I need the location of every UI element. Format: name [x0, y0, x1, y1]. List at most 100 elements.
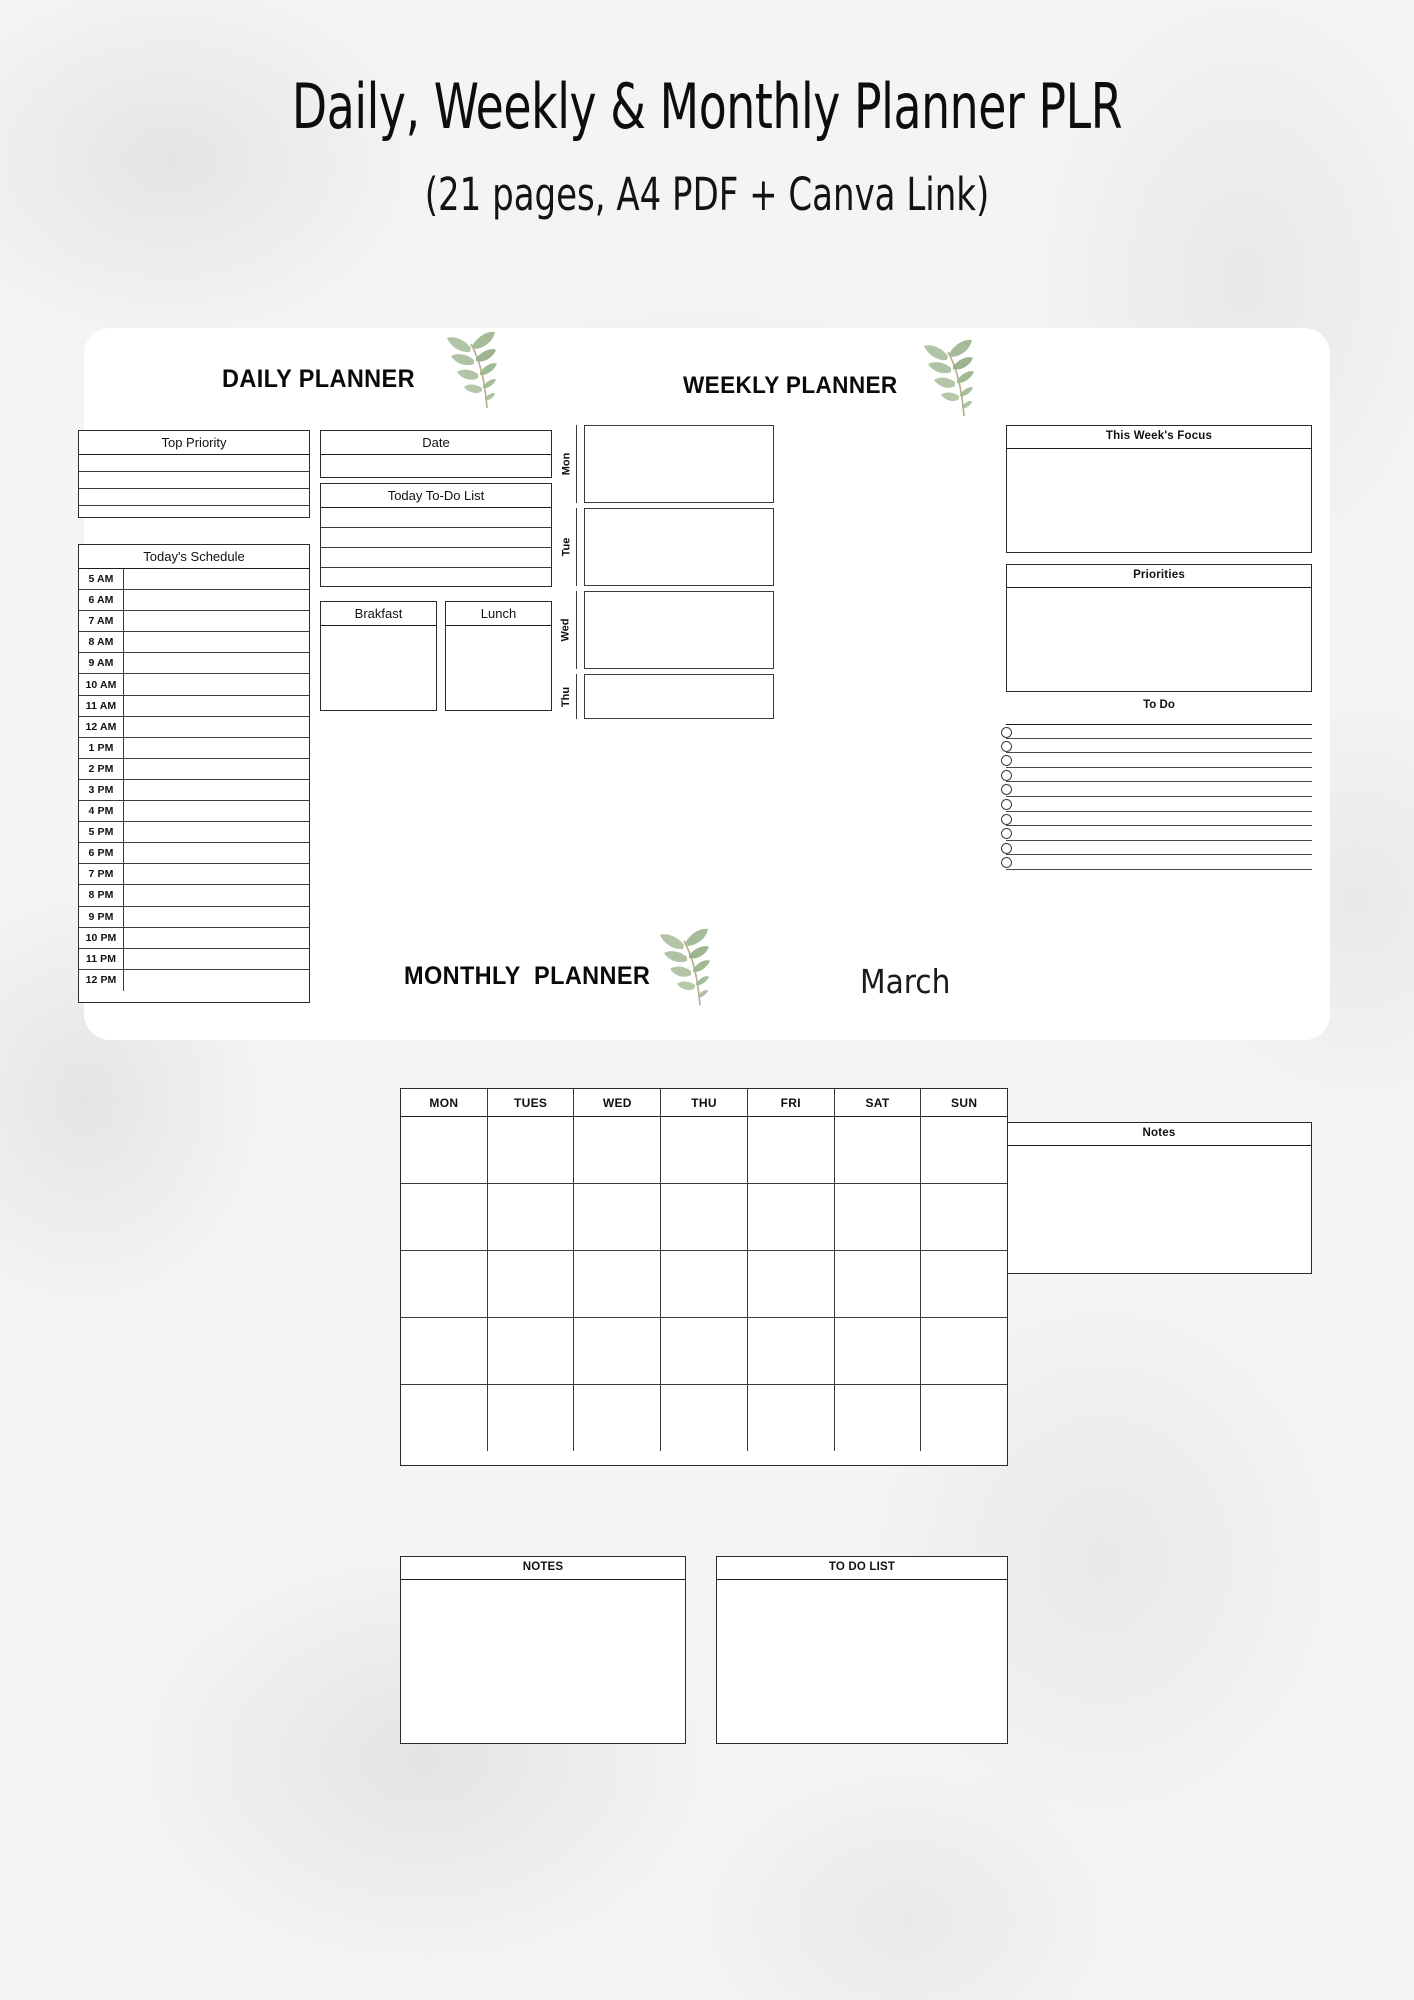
circle-checkbox-icon[interactable]	[1001, 842, 1012, 854]
weekly-todo-line[interactable]	[1001, 855, 1312, 870]
weekly-todo-line[interactable]	[1001, 753, 1312, 768]
weekly-day-entry-field[interactable]	[584, 425, 774, 503]
calendar-day-cell[interactable]	[748, 1184, 835, 1250]
schedule-row[interactable]: 2 PM	[79, 758, 309, 780]
schedule-entry-field[interactable]	[124, 632, 309, 652]
today-todo-row[interactable]	[321, 548, 551, 568]
schedule-row[interactable]: 10 PM	[79, 927, 309, 949]
calendar-day-cell[interactable]	[574, 1318, 662, 1384]
calendar-day-cell[interactable]	[401, 1117, 488, 1183]
top-priority-row[interactable]	[79, 455, 309, 472]
schedule-row[interactable]: 8 PM	[79, 885, 309, 907]
monthly-notes-area[interactable]	[401, 1580, 685, 1740]
weekly-notes-area[interactable]	[1007, 1146, 1311, 1270]
calendar-day-cell[interactable]	[401, 1184, 488, 1250]
calendar-day-cell[interactable]	[921, 1385, 1007, 1451]
schedule-entry-field[interactable]	[124, 864, 309, 884]
circle-checkbox-icon[interactable]	[1001, 740, 1012, 752]
calendar-day-cell[interactable]	[401, 1251, 488, 1317]
circle-checkbox-icon[interactable]	[1001, 798, 1012, 810]
schedule-row[interactable]: 8 AM	[79, 632, 309, 654]
calendar-day-cell[interactable]	[748, 1251, 835, 1317]
schedule-entry-field[interactable]	[124, 738, 309, 758]
calendar-day-cell[interactable]	[921, 1318, 1007, 1384]
schedule-entry-field[interactable]	[124, 759, 309, 779]
schedule-entry-field[interactable]	[124, 674, 309, 694]
schedule-row[interactable]: 4 PM	[79, 801, 309, 823]
schedule-row[interactable]: 9 AM	[79, 653, 309, 675]
weekly-todo-line[interactable]	[1001, 768, 1312, 783]
schedule-row[interactable]: 11 PM	[79, 948, 309, 970]
calendar-day-cell[interactable]	[921, 1251, 1007, 1317]
lunch-area[interactable]	[446, 626, 551, 711]
calendar-day-cell[interactable]	[921, 1184, 1007, 1250]
calendar-day-cell[interactable]	[661, 1385, 748, 1451]
circle-checkbox-icon[interactable]	[1001, 755, 1012, 767]
schedule-entry-field[interactable]	[124, 569, 309, 589]
circle-checkbox-icon[interactable]	[1001, 727, 1012, 738]
schedule-entry-field[interactable]	[124, 885, 309, 905]
schedule-entry-field[interactable]	[124, 696, 309, 716]
calendar-day-cell[interactable]	[401, 1385, 488, 1451]
schedule-row[interactable]: 10 AM	[79, 674, 309, 696]
schedule-row[interactable]: 6 AM	[79, 590, 309, 612]
schedule-entry-field[interactable]	[124, 717, 309, 737]
calendar-day-cell[interactable]	[574, 1117, 662, 1183]
date-input-row[interactable]	[321, 455, 551, 479]
schedule-entry-field[interactable]	[124, 801, 309, 821]
schedule-entry-field[interactable]	[124, 970, 309, 991]
today-todo-row[interactable]	[321, 528, 551, 548]
weekly-todo-line[interactable]	[1001, 739, 1312, 754]
schedule-row[interactable]: 11 AM	[79, 695, 309, 717]
weekly-day-entry-field[interactable]	[584, 674, 774, 719]
calendar-day-cell[interactable]	[748, 1117, 835, 1183]
calendar-day-cell[interactable]	[488, 1318, 575, 1384]
schedule-entry-field[interactable]	[124, 822, 309, 842]
weekly-day-entry-field[interactable]	[584, 591, 774, 669]
schedule-entry-field[interactable]	[124, 928, 309, 948]
calendar-day-cell[interactable]	[835, 1318, 922, 1384]
calendar-day-cell[interactable]	[488, 1251, 575, 1317]
calendar-day-cell[interactable]	[488, 1385, 575, 1451]
weekly-todo-line[interactable]	[1001, 724, 1312, 739]
calendar-day-cell[interactable]	[488, 1184, 575, 1250]
calendar-day-cell[interactable]	[748, 1385, 835, 1451]
schedule-row[interactable]: 6 PM	[79, 843, 309, 865]
calendar-day-cell[interactable]	[835, 1385, 922, 1451]
schedule-entry-field[interactable]	[124, 611, 309, 631]
calendar-day-cell[interactable]	[835, 1251, 922, 1317]
circle-checkbox-icon[interactable]	[1001, 828, 1012, 840]
breakfast-area[interactable]	[321, 626, 436, 711]
priorities-area[interactable]	[1007, 588, 1311, 688]
calendar-day-cell[interactable]	[401, 1318, 488, 1384]
monthly-todo-area[interactable]	[717, 1580, 1007, 1740]
schedule-row[interactable]: 1 PM	[79, 737, 309, 759]
circle-checkbox-icon[interactable]	[1001, 813, 1012, 825]
calendar-day-cell[interactable]	[661, 1318, 748, 1384]
calendar-day-cell[interactable]	[661, 1184, 748, 1250]
schedule-row[interactable]: 7 AM	[79, 611, 309, 633]
today-todo-row[interactable]	[321, 568, 551, 588]
top-priority-row[interactable]	[79, 506, 309, 523]
schedule-row[interactable]: 9 PM	[79, 906, 309, 928]
schedule-row[interactable]: 5 AM	[79, 569, 309, 591]
calendar-day-cell[interactable]	[748, 1318, 835, 1384]
calendar-day-cell[interactable]	[661, 1117, 748, 1183]
weekly-todo-line[interactable]	[1001, 797, 1312, 812]
calendar-day-cell[interactable]	[574, 1385, 662, 1451]
calendar-day-cell[interactable]	[835, 1117, 922, 1183]
calendar-day-cell[interactable]	[574, 1251, 662, 1317]
calendar-day-cell[interactable]	[921, 1117, 1007, 1183]
today-todo-row[interactable]	[321, 508, 551, 528]
schedule-entry-field[interactable]	[124, 780, 309, 800]
weekly-day-entry-field[interactable]	[584, 508, 774, 586]
circle-checkbox-icon[interactable]	[1001, 769, 1012, 781]
top-priority-row[interactable]	[79, 489, 309, 506]
this-weeks-focus-area[interactable]	[1007, 449, 1311, 549]
calendar-day-cell[interactable]	[488, 1117, 575, 1183]
calendar-day-cell[interactable]	[574, 1184, 662, 1250]
weekly-todo-line[interactable]	[1001, 841, 1312, 856]
schedule-row[interactable]: 3 PM	[79, 779, 309, 802]
weekly-todo-line[interactable]	[1001, 782, 1312, 797]
circle-checkbox-icon[interactable]	[1001, 857, 1012, 869]
